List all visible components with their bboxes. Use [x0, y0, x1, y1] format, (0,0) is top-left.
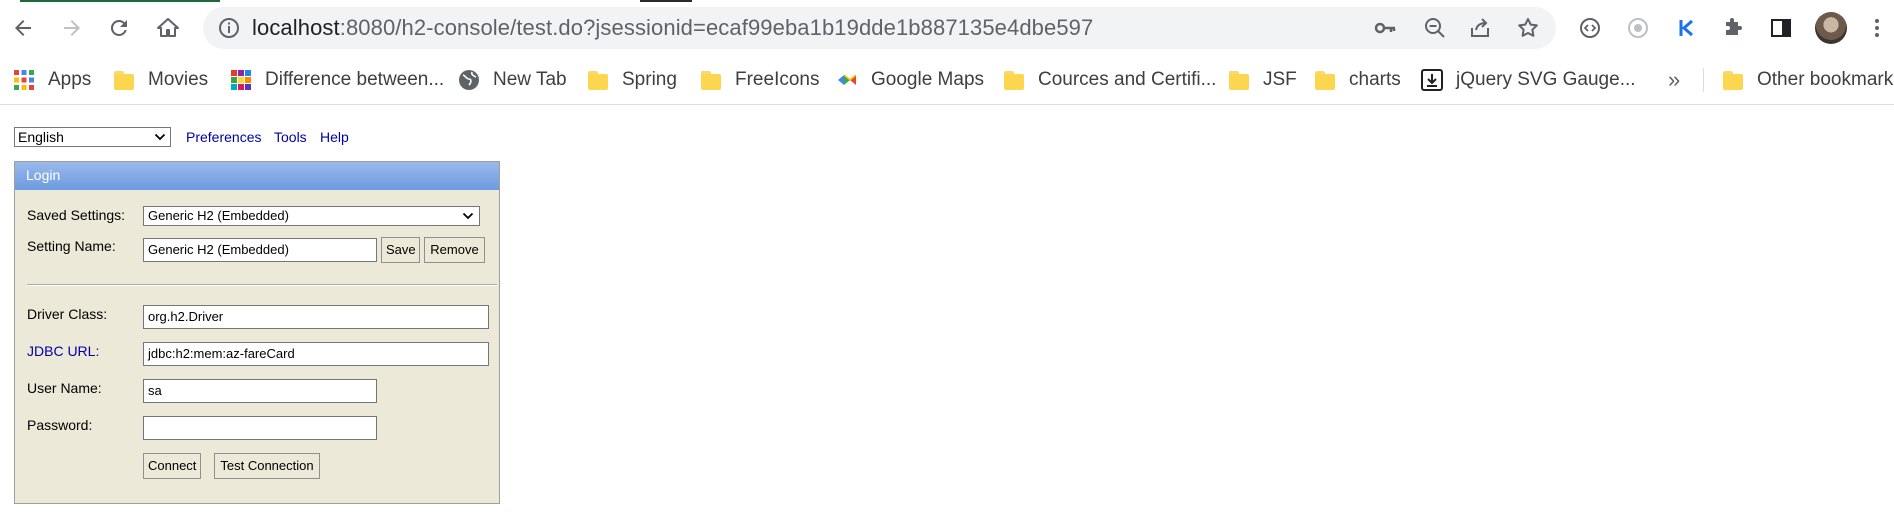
forward-icon[interactable]: [53, 9, 91, 47]
test-connection-button[interactable]: Test Connection: [214, 453, 320, 479]
download-icon: [1421, 69, 1443, 91]
setting-name-label: Setting Name:: [27, 238, 116, 254]
bookmark-star-icon[interactable]: [1516, 16, 1540, 40]
bookmark-label: JSF: [1263, 69, 1297, 90]
divider: [27, 284, 497, 286]
password-label: Password:: [27, 417, 93, 433]
bookmark-label: Cources and Certifi...: [1038, 69, 1217, 90]
tools-link[interactable]: Tools: [274, 128, 307, 146]
folder-icon: [700, 69, 722, 91]
tab-strip-edge: [640, 0, 692, 2]
saved-settings-value: Generic H2 (Embedded): [148, 208, 289, 223]
folder-icon: [113, 69, 135, 91]
login-title: Login: [15, 162, 499, 190]
home-icon[interactable]: [149, 9, 187, 47]
bookmark-jsf[interactable]: JSF: [1228, 56, 1297, 104]
bookmark-movies[interactable]: Movies: [113, 56, 208, 104]
bookmark-label: Movies: [148, 69, 209, 90]
url-text: localhost:8080/h2-console/test.do?jsessi…: [252, 16, 1093, 40]
site-info-icon[interactable]: [217, 16, 241, 40]
share-icon[interactable]: [1468, 16, 1492, 40]
extension-camera-icon[interactable]: [1619, 9, 1657, 47]
language-select-value: English: [18, 129, 64, 145]
folder-icon: [587, 69, 609, 91]
extensions-puzzle-icon[interactable]: [1714, 9, 1752, 47]
jdbc-url-field[interactable]: jdbc:h2:mem:az-fareCard: [143, 342, 489, 366]
bookmark-label: FreeIcons: [735, 69, 820, 90]
bookmark-cources[interactable]: Cources and Certifi...: [1003, 56, 1216, 104]
connect-button[interactable]: Connect: [143, 453, 201, 479]
browser-toolbar: localhost:8080/h2-console/test.do?jsessi…: [0, 0, 1894, 56]
url-path: :8080/h2-console/test.do?jsessionid=ecaf…: [339, 15, 1094, 40]
bookmark-label: Spring: [622, 69, 677, 90]
bookmark-spring[interactable]: Spring: [587, 56, 677, 104]
remove-button[interactable]: Remove: [424, 237, 485, 263]
chevron-down-icon: [154, 133, 166, 141]
bookmark-jquery-svg-gauge[interactable]: jQuery SVG Gauge...: [1421, 56, 1636, 104]
folder-icon: [1722, 69, 1744, 91]
bookmark-google-maps[interactable]: Google Maps: [836, 56, 984, 104]
more-bookmarks-chevron[interactable]: »: [1668, 56, 1680, 104]
language-select[interactable]: English: [14, 127, 171, 147]
grid-favicon: [230, 69, 252, 91]
chevron-down-icon: [462, 212, 474, 220]
login-panel: Login Saved Settings: Generic H2 (Embedd…: [14, 161, 500, 504]
folder-icon: [1228, 69, 1250, 91]
saved-settings-label: Saved Settings:: [27, 207, 126, 223]
bookmarks-divider: [1703, 68, 1704, 92]
save-button[interactable]: Save: [381, 237, 420, 263]
folder-icon: [1003, 69, 1025, 91]
bookmark-charts[interactable]: charts: [1314, 56, 1401, 104]
extension-code-icon[interactable]: [1571, 9, 1609, 47]
driver-class-label: Driver Class:: [27, 306, 108, 322]
bookmark-other-bookmarks[interactable]: Other bookmarks: [1722, 56, 1894, 104]
maps-icon: [836, 69, 858, 91]
bookmark-label: Difference between...: [265, 69, 445, 90]
saved-settings-select[interactable]: Generic H2 (Embedded): [143, 206, 480, 226]
bookmark-label: Google Maps: [871, 69, 985, 90]
bookmark-freeicons[interactable]: FreeIcons: [700, 56, 819, 104]
user-name-field[interactable]: sa: [143, 379, 377, 403]
bookmark-new-tab[interactable]: New Tab: [458, 56, 567, 104]
h2-console-page: English Preferences Tools Help Login Sav…: [0, 105, 1894, 528]
user-name-label: User Name:: [27, 380, 102, 396]
help-link[interactable]: Help: [320, 128, 349, 146]
driver-class-field[interactable]: org.h2.Driver: [143, 305, 489, 329]
bookmark-label: New Tab: [493, 69, 567, 90]
tab-strip-edge: [20, 0, 220, 2]
back-icon[interactable]: [4, 9, 42, 47]
url-host: localhost: [252, 15, 340, 40]
preferences-link[interactable]: Preferences: [186, 128, 261, 146]
extension-k-icon[interactable]: [1667, 9, 1705, 47]
menu-kebab-icon[interactable]: [1858, 9, 1894, 47]
side-panel-icon[interactable]: [1762, 9, 1800, 47]
bookmark-label: Other bookmarks: [1757, 69, 1894, 90]
address-bar[interactable]: localhost:8080/h2-console/test.do?jsessi…: [203, 7, 1556, 49]
folder-icon: [1314, 69, 1336, 91]
bookmarks-bar: Apps Movies Difference between... New Ta…: [0, 56, 1894, 105]
key-icon[interactable]: [1373, 16, 1397, 40]
setting-name-field[interactable]: Generic H2 (Embedded): [143, 238, 377, 262]
zoom-out-icon[interactable]: [1423, 16, 1447, 40]
reload-icon[interactable]: [100, 9, 138, 47]
globe-icon: [458, 69, 480, 91]
bookmark-difference-between[interactable]: Difference between...: [230, 56, 444, 104]
bookmark-label: Apps: [48, 69, 92, 90]
profile-avatar[interactable]: [1815, 12, 1847, 44]
bookmark-apps[interactable]: Apps: [13, 56, 91, 104]
password-field[interactable]: [143, 416, 377, 440]
apps-grid-icon: [13, 69, 35, 91]
jdbc-url-label[interactable]: JDBC URL:: [27, 343, 99, 359]
bookmark-label: charts: [1349, 69, 1401, 90]
bookmark-label: jQuery SVG Gauge...: [1456, 69, 1636, 90]
